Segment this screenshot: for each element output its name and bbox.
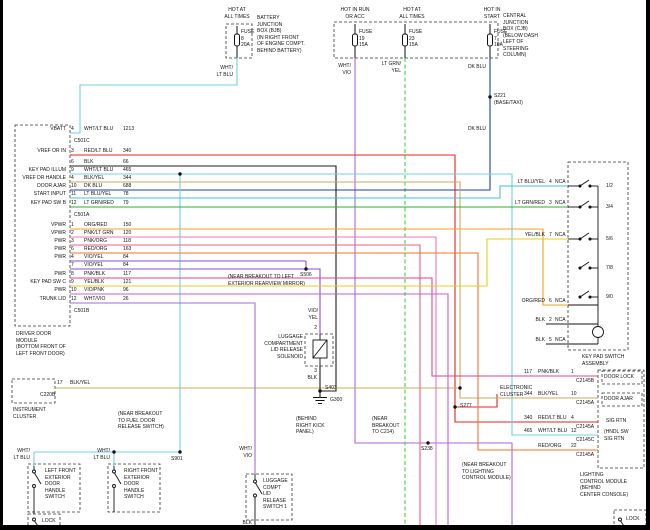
lighting-control-module-box <box>598 370 644 468</box>
switch-icons <box>33 466 627 530</box>
wire-sig-rtn-red-lt-blu <box>70 155 598 422</box>
wire-fuse7-dk-blu <box>70 58 490 190</box>
left-door-handle-switch-icon <box>33 466 42 514</box>
fuse-icons <box>235 24 493 58</box>
central-junction-box <box>334 22 498 58</box>
keypad-switch-5-icon <box>579 291 598 298</box>
wire-door-lock-pnk-blk <box>70 278 598 376</box>
luggage-solenoid-icon <box>313 334 327 366</box>
wire-pwr-vio-pnk <box>70 294 448 530</box>
keypad-switch-1-icon <box>568 180 598 187</box>
keypad-switch-3-icon <box>568 233 598 240</box>
wire-pwr-red-org <box>70 253 598 450</box>
wire-start-input-lt-blu-yel <box>70 186 568 198</box>
page-border-left <box>0 0 3 530</box>
splice-dot-s221 <box>488 95 491 98</box>
keypad-switch-4-icon <box>579 262 598 269</box>
splice-dot-s238 <box>426 441 429 444</box>
wire-handle-switch-branch-wht-lt-blu <box>34 174 180 452</box>
luggage-lid-release-switch-icon <box>254 474 263 530</box>
wire-vpwr-pnk-lt-grn <box>70 237 436 530</box>
ground-g300-icon <box>313 398 327 404</box>
wiring-diagram-page: HOT AT ALL TIMESFUSE 8 20ABATTERY JUNCTI… <box>0 0 650 530</box>
driver-door-module-box <box>15 125 70 326</box>
wire-solenoid-vio-yel <box>306 261 320 334</box>
wire-s277-branch-red-lt-blu <box>455 394 497 407</box>
fuse-8-icon <box>235 26 240 58</box>
splice-dot-illum-branch-junction <box>178 172 181 175</box>
lcm-door-lock-box <box>602 371 642 384</box>
splice-dot-handle-switch-junction <box>112 450 115 453</box>
splice-dot-s506 <box>304 267 307 270</box>
keypad-illumination-lamp-icon <box>593 327 604 338</box>
luggage-lid-release-switch-box <box>246 474 292 520</box>
fuse-7-icon <box>488 24 493 58</box>
wire-door-ajar-blk-yel <box>70 182 598 398</box>
keypad-internals <box>568 180 604 344</box>
wire-keypad-c-yel-blk <box>70 239 568 286</box>
splice-dot-s277 <box>453 405 456 408</box>
fuse-19-icon <box>353 24 358 58</box>
splice-dot-cluster-junction <box>458 386 461 389</box>
wiring-diagram-canvas <box>0 0 650 530</box>
right-door-handle-switch-icon <box>113 466 122 512</box>
fuse-23-icon <box>403 24 408 58</box>
wire-keypad-illum-wht-lt-blu <box>70 174 598 435</box>
keypad-switch-2-icon <box>568 201 598 208</box>
instrument-cluster-box <box>12 379 55 403</box>
component-boxes <box>12 22 646 530</box>
splice-dot-s901 <box>178 450 181 453</box>
lcm-door-ajar-box <box>602 393 642 406</box>
splice-dot-s403 <box>318 389 321 392</box>
page-border-bottom <box>0 525 650 530</box>
wire-vbatt-wht-lt-blu <box>70 58 237 133</box>
page-border-right <box>646 0 650 530</box>
